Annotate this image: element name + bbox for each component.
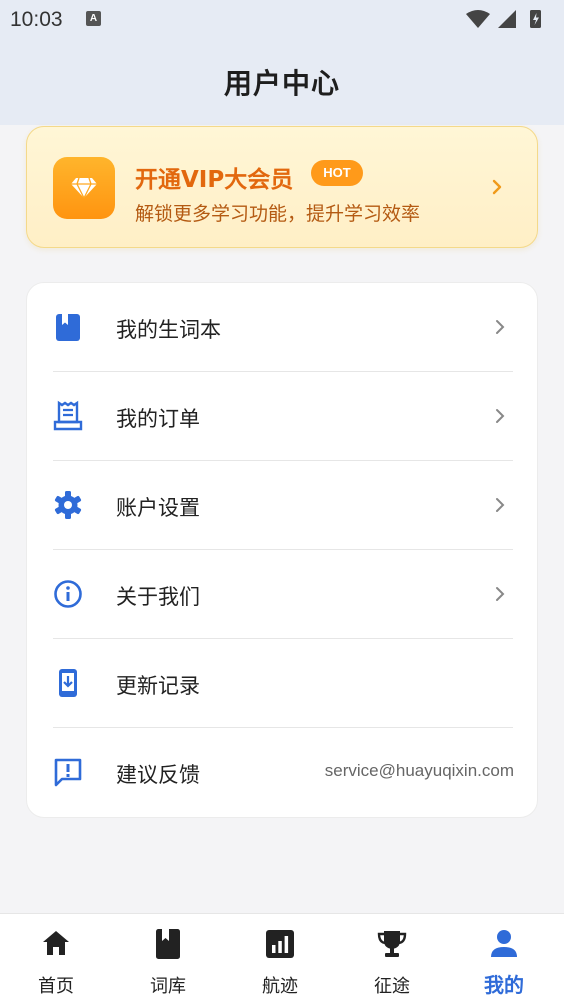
top-bar: 10:03 A 用户中心 — [0, 0, 564, 125]
feedback-email: service@huayuqixin.com — [324, 761, 514, 780]
tab-label: 征途 — [374, 976, 410, 997]
trophy-icon — [377, 931, 407, 957]
signal-icon — [498, 10, 516, 28]
wifi-icon — [466, 10, 490, 28]
chevron-right-icon — [496, 320, 505, 334]
menu-item-vocabulary[interactable]: 我的生词本 — [27, 283, 539, 372]
vip-title: 开通VIP大会员 — [135, 167, 294, 193]
bottom-navigation: 首页 词库 航迹 征途 我的 — [0, 913, 564, 1004]
diamond-icon — [53, 157, 115, 219]
chevron-right-icon — [496, 409, 505, 423]
tab-label: 词库 — [150, 976, 186, 997]
menu-item-update-log[interactable]: 更新记录 — [27, 639, 539, 728]
system-icons — [466, 10, 541, 28]
book-icon — [56, 314, 80, 341]
home-icon — [43, 931, 69, 955]
tab-home[interactable]: 首页 — [0, 914, 112, 1004]
chart-icon — [266, 930, 294, 958]
a-icon: A — [86, 11, 101, 26]
person-icon — [491, 930, 517, 957]
chevron-right-icon — [492, 179, 502, 195]
vip-subtitle: 解锁更多学习功能，提升学习效率 — [135, 203, 421, 225]
menu-item-label: 账户设置 — [116, 496, 200, 520]
gear-icon — [54, 491, 82, 519]
feedback-icon — [54, 758, 82, 787]
tab-label: 首页 — [38, 976, 74, 997]
menu-card: 我的生词本 我的订单 账户设置 关于我们 更新记录 建议反馈 service@h… — [26, 282, 538, 818]
menu-item-label: 我的生词本 — [116, 318, 221, 342]
page-title: 用户中心 — [223, 67, 340, 100]
menu-item-orders[interactable]: 我的订单 — [27, 372, 539, 461]
tab-label: 航迹 — [262, 976, 298, 997]
menu-item-feedback[interactable]: 建议反馈 service@huayuqixin.com — [27, 728, 539, 817]
menu-item-label: 关于我们 — [116, 585, 200, 609]
menu-item-label: 我的订单 — [116, 407, 200, 431]
tab-journey[interactable]: 征途 — [336, 914, 448, 1004]
status-bar: 10:03 A — [0, 0, 564, 40]
menu-item-about-us[interactable]: 关于我们 — [27, 550, 539, 639]
tab-vocabulary[interactable]: 词库 — [112, 914, 224, 1004]
menu-item-label: 更新记录 — [116, 674, 200, 698]
menu-item-label: 建议反馈 — [116, 763, 200, 787]
download-icon — [59, 669, 77, 697]
receipt-icon — [53, 400, 83, 431]
tab-label: 我的 — [484, 973, 524, 997]
menu-item-account-settings[interactable]: 账户设置 — [27, 461, 539, 550]
tab-track[interactable]: 航迹 — [224, 914, 336, 1004]
vip-banner[interactable]: 开通VIP大会员 HOT 解锁更多学习功能，提升学习效率 — [26, 126, 538, 248]
hot-badge: HOT — [311, 160, 363, 186]
bookmark-icon — [156, 929, 180, 959]
status-time: 10:03 — [10, 8, 63, 31]
chevron-right-icon — [496, 498, 505, 512]
info-icon — [54, 580, 82, 608]
tab-mine[interactable]: 我的 — [448, 914, 560, 1004]
chevron-right-icon — [496, 587, 505, 601]
